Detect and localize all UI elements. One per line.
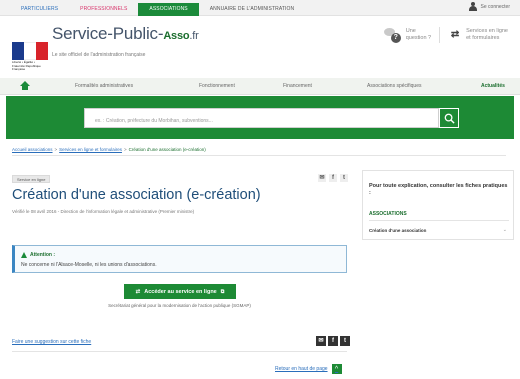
nav-financement[interactable]: Financement: [283, 83, 312, 89]
brand-suffix: .fr: [189, 30, 199, 42]
divider: [12, 351, 347, 352]
audience-nav: Particuliers Professionnels Associations…: [10, 3, 305, 16]
search-icon: [444, 113, 455, 124]
question-bubble-icon: [383, 27, 402, 43]
main-nav: Formalités administratives Fonctionnemen…: [0, 78, 520, 95]
twitter-icon[interactable]: t: [340, 174, 348, 182]
republique-logo[interactable]: Liberté • Égalité • Fraternité Républiqu…: [12, 42, 48, 71]
tab-annuaire[interactable]: Annuaire de l'administration: [199, 3, 306, 16]
warning-box: Attention : Ne concerne ni l'Alsace-Mose…: [12, 245, 347, 273]
question-label-2: question ?: [405, 35, 432, 41]
chevron-down-icon[interactable]: ⌄: [503, 227, 507, 233]
exchange-arrows-icon: ⇄: [450, 29, 460, 40]
brand-asso: Asso: [163, 30, 190, 42]
tab-particuliers[interactable]: Particuliers: [10, 3, 69, 16]
logo-motto: Liberté • Égalité • Fraternité Républiqu…: [12, 60, 41, 71]
question-link[interactable]: Unequestion ?: [383, 27, 432, 43]
question-label-1: Une: [405, 28, 416, 34]
search-band: [6, 96, 514, 139]
breadcrumb-separator: >: [54, 147, 58, 152]
header-divider: [439, 27, 441, 43]
facebook-icon[interactable]: f: [329, 174, 337, 182]
services-label-1: Services en ligne: [466, 28, 508, 34]
user-icon: [468, 2, 477, 11]
suggestion-link[interactable]: Faire une suggestion sur cette fiche: [12, 339, 91, 345]
site-tagline: Le site officiel de l'administration fra…: [52, 52, 146, 58]
breadcrumb-current: Création d'une association (e-création): [128, 147, 206, 152]
related-sheets-panel: Pour toute explication, consulter les fi…: [362, 170, 514, 240]
facebook-icon[interactable]: f: [328, 336, 338, 346]
verified-date: Vérifié le 08 avril 2016 - Direction de …: [12, 209, 195, 214]
nav-associations-specifiques[interactable]: Associations spécifiques: [367, 83, 421, 89]
access-online-service-button[interactable]: ⇄ Accéder au service en ligne ⧉: [124, 284, 236, 299]
share-tools-bottom: ✉ f t: [316, 336, 350, 346]
chevron-up-icon: ^: [331, 364, 342, 374]
services-link[interactable]: ⇄ Services en ligne et formulaires: [448, 28, 508, 42]
flag-icon: [12, 42, 48, 60]
header-links: Unequestion ? ⇄ Services en ligneet form…: [383, 27, 508, 43]
service-provider: Secrétariat général pour la modernisatio…: [108, 303, 251, 308]
panel-title: Pour toute explication, consulter les fi…: [369, 183, 508, 196]
services-label-2: et formulaires: [466, 35, 500, 41]
breadcrumb-services[interactable]: Services en ligne et formulaires: [59, 147, 122, 152]
email-icon[interactable]: ✉: [316, 336, 326, 346]
connect-link[interactable]: Se connecter: [468, 2, 510, 11]
home-icon[interactable]: [20, 81, 30, 91]
breadcrumb-home[interactable]: Accueil associations: [12, 147, 53, 152]
warning-title: Attention :: [30, 252, 55, 258]
twitter-icon[interactable]: t: [340, 336, 350, 346]
back-to-top-link[interactable]: Retour en haut de page ^: [275, 364, 342, 374]
tab-professionnels[interactable]: Professionnels: [69, 3, 138, 16]
top-bar: Particuliers Professionnels Associations…: [0, 0, 520, 16]
tab-associations[interactable]: Associations: [138, 3, 199, 16]
search-box: [84, 108, 439, 130]
warning-icon: [21, 252, 27, 258]
site-brand[interactable]: Service-Public-Asso.fr: [52, 24, 199, 44]
email-icon[interactable]: ✉: [318, 174, 326, 182]
nav-formalites[interactable]: Formalités administratives: [75, 83, 133, 89]
back-to-top-label: Retour en haut de page: [275, 366, 328, 372]
related-sheet-link[interactable]: Création d'une association: [369, 228, 509, 233]
nav-fonctionnement[interactable]: Fonctionnement: [199, 83, 235, 89]
service-type-badge: Service en ligne: [12, 175, 51, 183]
cta-label: Accéder au service en ligne: [144, 288, 217, 295]
warning-heading: Attention :: [21, 252, 55, 258]
panel-category: Associations: [369, 211, 407, 217]
breadcrumb-separator: >: [123, 147, 127, 152]
nav-actualites[interactable]: Actualités: [481, 83, 505, 89]
exchange-arrows-icon: ⇄: [135, 288, 141, 295]
connect-label: Se connecter: [480, 3, 510, 10]
divider: [12, 155, 506, 156]
external-link-icon: ⧉: [220, 288, 225, 295]
warning-text: Ne concerne ni l'Alsace-Moselle, ni les …: [21, 262, 157, 268]
search-input[interactable]: [85, 112, 438, 130]
page-title: Création d'une association (e-création): [12, 187, 261, 203]
search-button[interactable]: [439, 108, 459, 128]
divider: [369, 220, 509, 221]
share-tools: ✉ f t: [318, 174, 348, 182]
brand-main: Service-Public-: [52, 24, 164, 43]
breadcrumb: Accueil associations > Services en ligne e…: [12, 147, 206, 152]
